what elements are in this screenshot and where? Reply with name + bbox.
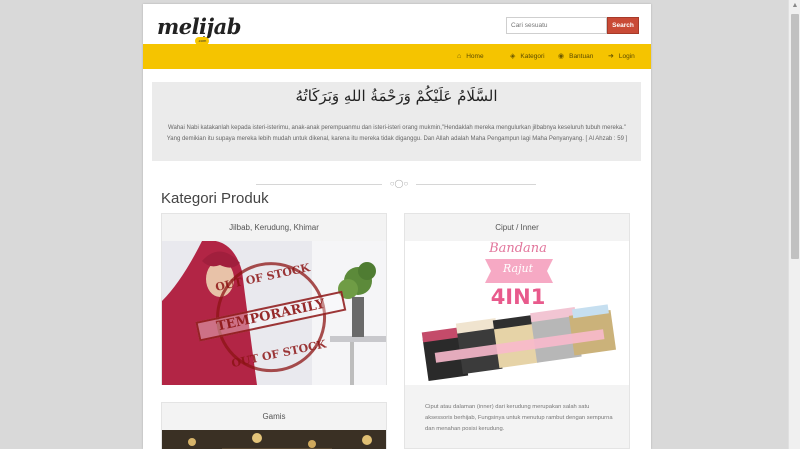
main-navbar: ⌂ Home ◈ Kategori ◉ Bantuan ➜ Login (143, 44, 651, 69)
scrollbar-thumb[interactable] (791, 14, 799, 259)
page-container: melijab .com Search ⌂ Home ◈ Kategori ◉ Ban… (143, 4, 651, 449)
search-button[interactable]: Search (607, 17, 639, 34)
divider-left (256, 184, 382, 185)
category-title: Gamis (262, 412, 286, 421)
scroll-up-arrow-icon[interactable]: ▲ (789, 0, 800, 12)
divider-ornament: ○◯○ (389, 179, 409, 188)
nav-kategori[interactable]: ◈ Kategori (510, 44, 545, 69)
category-image-jilbab[interactable]: OUT OF STOCK TEMPORARILY OUT OF STOCK (162, 241, 386, 385)
category-title: Jilbab, Kerudung, Khimar (229, 223, 319, 232)
site-logo[interactable]: melijab (157, 14, 241, 39)
nav-login-label: Login (618, 53, 635, 60)
home-icon: ⌂ (457, 53, 462, 60)
vertical-scrollbar[interactable]: ▲ (788, 0, 800, 449)
divider-right (416, 184, 536, 185)
login-icon: ➜ (608, 53, 614, 60)
nav-home-label: Home (466, 53, 484, 60)
tags-icon: ◈ (510, 53, 516, 60)
bandana-line3: 4IN1 (490, 285, 546, 309)
gamis-photo (162, 430, 386, 449)
nav-kategori-label: Kategori (520, 53, 545, 60)
nav-login[interactable]: ➜ Login (608, 44, 635, 69)
section-title: Kategori Produk (161, 190, 269, 207)
logo-text: melijab (157, 14, 241, 39)
quran-verse: Wahai Nabi katakanlah kepada isteri-iste… (166, 125, 628, 142)
nav-home[interactable]: ⌂ Home (457, 44, 484, 69)
greeting-box: السَّلَامُ عَلَيْكُمْ وَرَحْمَةُ اللهِ و… (152, 82, 641, 161)
nav-bantuan[interactable]: ◉ Bantuan (558, 44, 593, 69)
bandana-line1: Bandana (489, 241, 547, 256)
category-title: Ciput / Inner (495, 223, 539, 232)
search-input[interactable] (506, 17, 607, 34)
nav-bantuan-label: Bantuan (569, 53, 594, 60)
site-header: melijab .com Search (143, 4, 651, 45)
arabic-greeting: السَّلَامُ عَلَيْكُمْ وَرَحْمَةُ اللهِ و… (295, 87, 498, 105)
help-icon: ◉ (558, 53, 565, 60)
category-image-gamis[interactable] (162, 430, 386, 449)
category-card-jilbab[interactable]: Jilbab, Kerudung, Khimar OUT OF STOCK TE… (161, 213, 387, 385)
bandana-line2: Rajut (502, 262, 533, 275)
category-card-ciput[interactable]: Ciput / Inner Bandana Rajut 4IN1 Ciput a… (404, 213, 630, 449)
category-image-ciput[interactable]: Bandana Rajut 4IN1 (405, 241, 629, 385)
category-description: Ciput atau dalaman (inner) dari kerudung… (425, 404, 613, 432)
category-card-gamis[interactable]: Gamis (161, 402, 387, 449)
